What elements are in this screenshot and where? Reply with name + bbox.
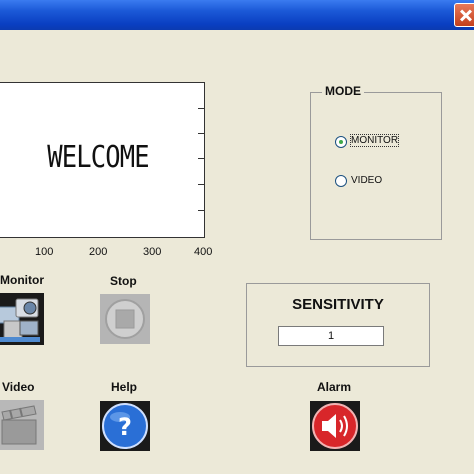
alarm-button-label: Alarm: [317, 380, 352, 394]
alarm-button[interactable]: [310, 401, 360, 451]
welcome-display: WELCOME: [0, 82, 205, 238]
svg-text:?: ?: [118, 413, 132, 441]
mode-monitor-label[interactable]: MONITOR: [349, 134, 400, 147]
stop-button[interactable]: [100, 294, 150, 344]
mode-group: [310, 92, 442, 240]
window-close-button[interactable]: [454, 3, 474, 27]
y-tick: [198, 184, 204, 185]
monitor-button[interactable]: [0, 293, 44, 345]
help-button[interactable]: ?: [100, 401, 150, 451]
alarm-speaker-icon: [310, 401, 360, 451]
mode-monitor-radio[interactable]: [335, 136, 347, 148]
mode-video-radio[interactable]: [335, 175, 347, 187]
monitor-button-label: Monitor: [0, 273, 44, 287]
y-tick: [198, 108, 204, 109]
y-tick: [198, 133, 204, 134]
stop-button-label: Stop: [110, 274, 137, 288]
camera-monitor-icon: [0, 293, 44, 345]
window-titlebar[interactable]: [0, 0, 474, 30]
sensitivity-input[interactable]: [278, 326, 384, 346]
sensitivity-title: SENSITIVITY: [292, 296, 384, 313]
help-icon: ?: [100, 401, 150, 451]
video-button[interactable]: [0, 400, 44, 450]
help-button-label: Help: [111, 380, 138, 394]
x-tick-label: 300: [143, 246, 162, 258]
x-tick-label: 400: [194, 246, 213, 258]
mode-video-label[interactable]: VIDEO: [351, 175, 382, 186]
x-tick-label: 200: [89, 246, 108, 258]
y-tick: [198, 210, 204, 211]
x-tick-label: 100: [35, 246, 54, 258]
y-tick: [198, 158, 204, 159]
stop-icon: [100, 294, 150, 344]
video-button-label: Video: [2, 380, 35, 394]
welcome-text: WELCOME: [47, 140, 149, 175]
mode-group-title: MODE: [322, 84, 364, 98]
video-clapper-icon: [0, 400, 44, 450]
